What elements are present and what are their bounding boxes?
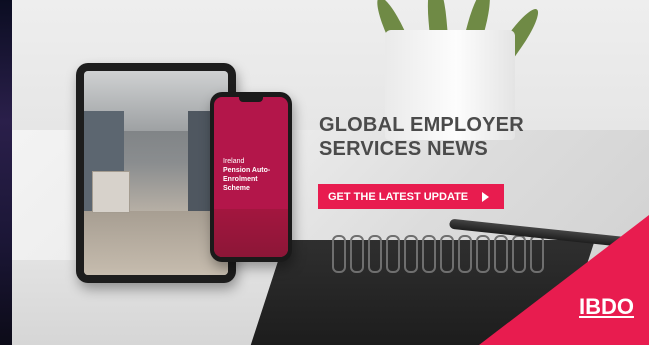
headline-line: GLOBAL EMPLOYER bbox=[319, 114, 524, 136]
headline-line: SERVICES NEWS bbox=[319, 138, 488, 160]
ring bbox=[458, 235, 472, 273]
phone-notch bbox=[239, 97, 263, 102]
get-latest-update-button[interactable]: GET THE LATEST UPDATE bbox=[318, 184, 504, 209]
brand-corner-triangle bbox=[479, 215, 649, 345]
ring bbox=[368, 235, 382, 273]
headline: GLOBAL EMPLOYER SERVICES NEWS bbox=[319, 113, 549, 161]
promo-banner: Ireland Pension Auto- Enrolment Scheme G… bbox=[12, 0, 649, 345]
phone-device: Ireland Pension Auto- Enrolment Scheme bbox=[210, 92, 292, 262]
corridor-shelf bbox=[92, 171, 130, 213]
bdo-logo[interactable]: IBDO bbox=[579, 294, 634, 320]
banner-frame: Ireland Pension Auto- Enrolment Scheme G… bbox=[0, 0, 649, 345]
ring bbox=[440, 235, 454, 273]
phone-article-title: Ireland Pension Auto- Enrolment Scheme bbox=[223, 157, 283, 193]
ring bbox=[332, 235, 346, 273]
phone-scheme-line: Scheme bbox=[223, 185, 250, 192]
cta-label: GET THE LATEST UPDATE bbox=[328, 190, 469, 203]
play-arrow-icon bbox=[482, 191, 490, 202]
phone-screen: Ireland Pension Auto- Enrolment Scheme bbox=[214, 97, 288, 257]
phone-lower-image bbox=[214, 209, 288, 257]
phone-scheme-line: Pension Auto- bbox=[223, 167, 271, 174]
ring bbox=[386, 235, 400, 273]
left-edge-strip bbox=[0, 0, 12, 345]
corridor-floor bbox=[84, 211, 228, 275]
tablet-screen-corridor-photo bbox=[84, 71, 228, 275]
phone-scheme-line: Enrolment bbox=[223, 176, 258, 183]
phone-country-label: Ireland bbox=[223, 158, 245, 165]
ring bbox=[422, 235, 436, 273]
ring bbox=[404, 235, 418, 273]
ring bbox=[350, 235, 364, 273]
